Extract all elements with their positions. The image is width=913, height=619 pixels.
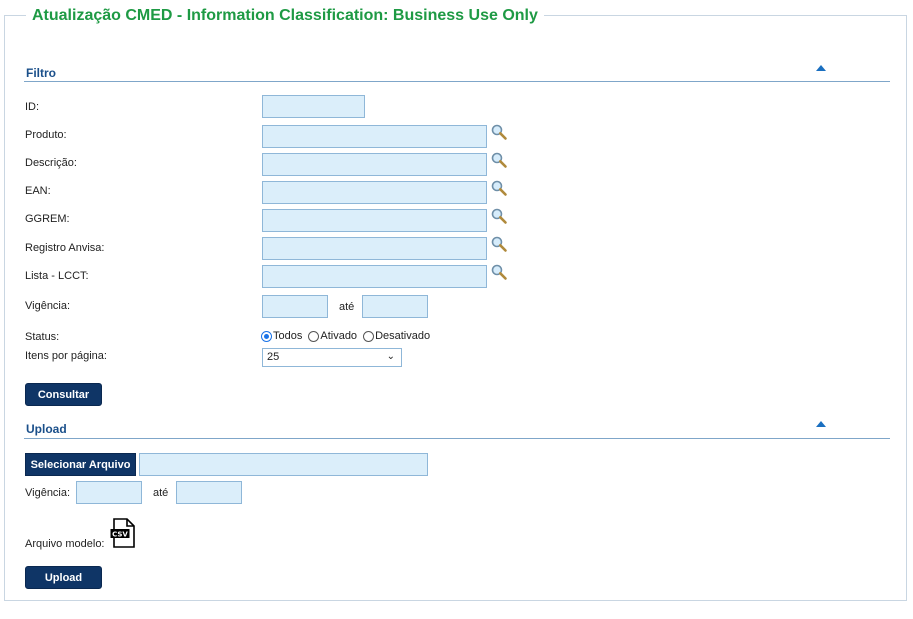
registro-anvisa-search-icon[interactable] bbox=[490, 235, 508, 253]
itens-por-pagina-select[interactable]: 25 ⌄ bbox=[262, 348, 402, 367]
vigencia-label: Vigência: bbox=[25, 300, 71, 312]
status-ativado-label: Ativado bbox=[320, 330, 358, 342]
arquivo-modelo-label: Arquivo modelo: bbox=[25, 538, 105, 550]
status-desativado-label: Desativado bbox=[375, 330, 431, 342]
upload-vigencia-from-input[interactable] bbox=[76, 481, 142, 504]
page-title: Atualização CMED - Information Classific… bbox=[26, 6, 544, 26]
upload-collapse-icon[interactable] bbox=[816, 421, 826, 427]
vigencia-from-input[interactable] bbox=[262, 295, 328, 318]
arquivo-path-input[interactable] bbox=[139, 453, 428, 476]
status-ativado-radio[interactable] bbox=[308, 330, 320, 342]
descricao-search-icon[interactable] bbox=[490, 151, 508, 169]
selecionar-arquivo-button[interactable]: Selecionar Arquivo bbox=[25, 453, 136, 476]
svg-text:CSV: CSV bbox=[112, 531, 128, 539]
upload-section-title: Upload bbox=[26, 422, 67, 436]
upload-button[interactable]: Upload bbox=[25, 566, 102, 589]
vigencia-to-input[interactable] bbox=[362, 295, 428, 318]
status-label: Status: bbox=[25, 331, 60, 343]
itens-por-pagina-label: Itens por página: bbox=[25, 350, 107, 362]
consultar-button[interactable]: Consultar bbox=[25, 383, 102, 406]
ean-search-icon[interactable] bbox=[490, 179, 508, 197]
lista-lcct-search-icon[interactable] bbox=[490, 263, 508, 281]
upload-vigencia-label: Vigência: bbox=[25, 487, 71, 499]
lista-lcct-input[interactable] bbox=[262, 265, 487, 288]
registro-anvisa-input[interactable] bbox=[262, 237, 487, 260]
id-label: ID: bbox=[25, 101, 40, 113]
ean-label: EAN: bbox=[25, 185, 51, 197]
itens-selected-value: 25 bbox=[267, 351, 280, 363]
ggrem-label: GGREM: bbox=[25, 213, 70, 225]
upload-vigencia-ate-label: até bbox=[153, 487, 169, 499]
produto-search-icon[interactable] bbox=[490, 123, 508, 141]
upload-divider bbox=[24, 438, 890, 439]
status-todos-label: Todos bbox=[273, 330, 303, 342]
status-radio-group: Todos Ativado Desativado bbox=[261, 330, 436, 342]
ggrem-input[interactable] bbox=[262, 209, 487, 232]
filtro-section-title: Filtro bbox=[26, 66, 56, 80]
filtro-divider bbox=[24, 81, 890, 82]
ean-input[interactable] bbox=[262, 181, 487, 204]
vigencia-ate-label: até bbox=[339, 301, 355, 313]
lista-lcct-label: Lista - LCCT: bbox=[25, 270, 89, 282]
chevron-down-icon: ⌄ bbox=[386, 351, 395, 362]
csv-file-icon[interactable]: CSV bbox=[110, 518, 136, 548]
produto-label: Produto: bbox=[25, 129, 67, 141]
upload-vigencia-to-input[interactable] bbox=[176, 481, 242, 504]
descricao-label: Descrição: bbox=[25, 157, 77, 169]
main-fieldset bbox=[4, 15, 907, 601]
produto-input[interactable] bbox=[262, 125, 487, 148]
id-input[interactable] bbox=[262, 95, 365, 118]
filtro-collapse-icon[interactable] bbox=[816, 65, 826, 71]
status-todos-radio[interactable] bbox=[261, 330, 272, 342]
registro-anvisa-label: Registro Anvisa: bbox=[25, 242, 105, 254]
descricao-input[interactable] bbox=[262, 153, 487, 176]
status-desativado-radio[interactable] bbox=[363, 330, 375, 342]
ggrem-search-icon[interactable] bbox=[490, 207, 508, 225]
